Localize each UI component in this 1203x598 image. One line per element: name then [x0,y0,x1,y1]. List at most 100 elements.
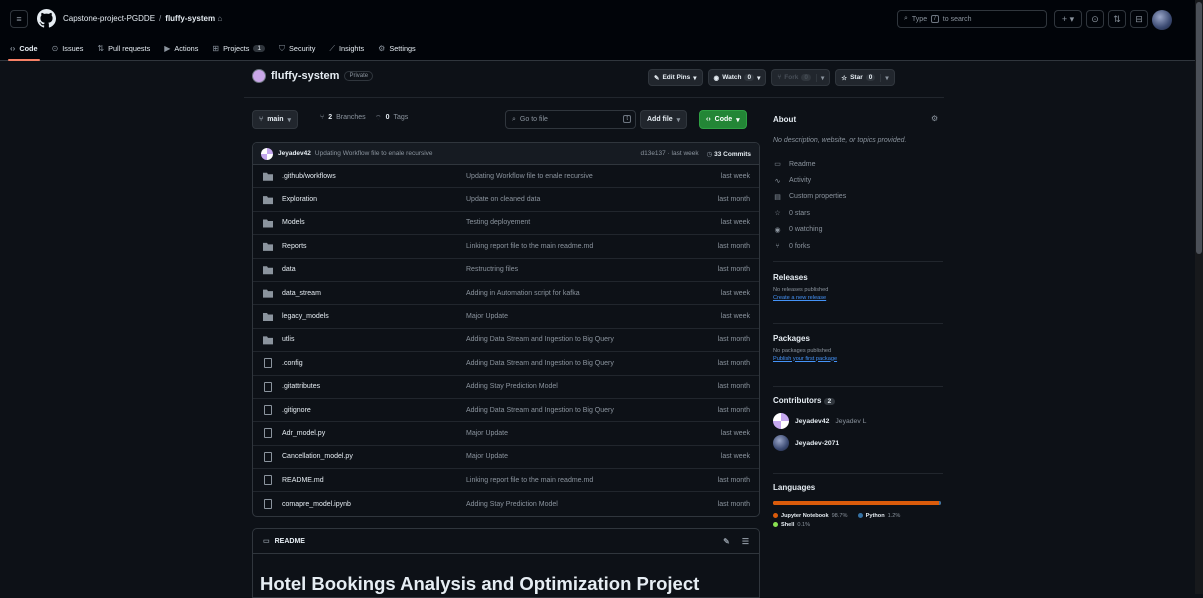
author-avatar[interactable] [261,148,273,160]
tab-security[interactable]: ⛉Security [279,37,315,61]
fork-button[interactable]: ⑂Fork0▾ [771,69,830,86]
file-name[interactable]: .gitattributes [282,383,320,390]
file-row[interactable]: .github/workflows Updating Workflow file … [253,165,759,188]
tab-actions[interactable]: ▶Actions [164,37,198,61]
file-name[interactable]: .config [282,360,303,367]
file-name[interactable]: .github/workflows [282,173,336,180]
file-commit-message[interactable]: Adding in Automation script for kafka [466,290,580,297]
releases-title[interactable]: Releases [773,273,828,282]
scrollbar-thumb[interactable] [1196,2,1202,254]
go-to-file-input[interactable]: ⌕Go to filet [505,110,636,129]
file-row[interactable]: ExplorationUpdate on cleaned datalast mo… [253,188,759,211]
commit-author[interactable]: Jeyadev42 [278,150,311,157]
contributor[interactable]: Jeyadev-2071 [773,435,866,451]
inbox-icon[interactable]: ⊟ [1130,10,1148,28]
commit-sha-time[interactable]: d13e137 · last week [640,150,698,157]
file-row[interactable]: .gitattributes Adding Stay Prediction Mod… [253,376,759,399]
breadcrumb-owner[interactable]: Capstone-project-PGDDE [63,14,155,23]
edit-pins-button[interactable]: ✎Edit Pins▾ [648,69,703,86]
forks-link[interactable]: ⑂0 forks [773,238,846,254]
file-commit-message[interactable]: Adding Data Stream and Ingestion to Big … [466,336,614,343]
file-row[interactable]: dataRestructring fileslast month [253,259,759,282]
tab-projects[interactable]: ⊞Projects1 [212,37,265,61]
tab-code[interactable]: ‹›Code [10,37,38,61]
file-row[interactable]: README.md Linking report file to the main… [253,469,759,492]
tags-link[interactable]: ⌔0Tags [375,114,408,123]
tab-pull-requests[interactable]: ⇅Pull requests [97,37,150,61]
search-input[interactable]: ⌕ Type / to search [897,10,1047,28]
file-name[interactable]: README.md [282,477,324,484]
gear-icon[interactable]: ⚙ [931,114,938,123]
file-row[interactable]: .config Adding Data Stream and Ingestion … [253,352,759,375]
file-row[interactable]: Reports Linking report file to the main r… [253,235,759,258]
file-name[interactable]: data [282,266,296,273]
file-commit-message[interactable]: Adding Stay Prediction Model [466,383,558,390]
publish-package-link[interactable]: Publish your first package [773,356,837,362]
code-button[interactable]: ‹›Code▾ [699,110,747,129]
file-row[interactable]: .gitignore Adding Data Stream and Ingesti… [253,399,759,422]
menu-icon[interactable]: ≡ [10,10,28,28]
star-button[interactable]: ☆Star0▾ [835,69,894,86]
file-name[interactable]: Reports [282,243,307,250]
file-commit-message[interactable]: Updating Workflow file to enale recursiv… [466,173,593,180]
tab-issues[interactable]: ⊙Issues [52,37,84,61]
file-commit-message[interactable]: Linking report file to the main readme.m… [466,243,593,250]
file-row[interactable]: comapre_model.ipynb Adding Stay Predictio… [253,492,759,515]
file-commit-message[interactable]: Major Update [466,453,508,460]
file-row[interactable]: utlis Adding Data Stream and Ingestion to… [253,329,759,352]
pull-requests-icon[interactable]: ⇅ [1108,10,1126,28]
file-name[interactable]: .gitignore [282,407,311,414]
file-commit-message[interactable]: Adding Data Stream and Ingestion to Big … [466,407,614,414]
file-name[interactable]: utlis [282,336,294,343]
activity-link[interactable]: ∿Activity [773,172,846,188]
file-name[interactable]: legacy_models [282,313,329,320]
contributors-title[interactable]: Contributors 2 [773,396,866,405]
packages-title[interactable]: Packages [773,334,837,343]
custom-properties-link[interactable]: ▤Custom properties [773,189,846,205]
file-name[interactable]: Models [282,219,305,226]
file-row[interactable]: data_stream Adding in Automation script f… [253,282,759,305]
file-name[interactable]: Cancellation_model.py [282,453,353,460]
file-row[interactable]: legacy_modelsMajor Updatelast week [253,305,759,328]
user-avatar[interactable] [1152,10,1172,30]
contributor[interactable]: Jeyadev42Jeyadev L [773,413,866,429]
language-item[interactable]: Python1.2% [858,513,901,519]
edit-icon[interactable]: ✎ [723,537,730,546]
file-commit-message[interactable]: Major Update [466,313,508,320]
breadcrumb-repo[interactable]: fluffy-system [165,14,215,23]
tab-insights[interactable]: ⟋Insights [329,37,364,61]
tab-settings[interactable]: ⚙Settings [378,37,416,61]
add-file-button[interactable]: Add file▾ [640,110,687,129]
commit-message[interactable]: Updating Workflow file to enale recursiv… [315,150,433,157]
chevron-down-icon[interactable]: ▾ [816,74,824,82]
file-name[interactable]: comapre_model.ipynb [282,501,351,508]
page-scrollbar[interactable] [1195,0,1203,594]
file-commit-message[interactable]: Major Update [466,430,508,437]
watching-link[interactable]: ◉0 watching [773,222,846,238]
file-row[interactable]: ModelsTesting deployementlast week [253,212,759,235]
watch-button[interactable]: ◉Watch0▾ [708,69,767,86]
create-release-link[interactable]: Create a new release [773,295,828,301]
language-item[interactable]: Shell0.1% [773,522,810,528]
language-item[interactable]: Jupyter Notebook98.7% [773,513,847,519]
outline-icon[interactable]: ☰ [742,537,749,546]
file-name[interactable]: Adr_model.py [282,430,325,437]
readme-link[interactable]: ▭Readme [773,156,846,172]
repo-title[interactable]: fluffy-system [271,70,339,82]
file-name[interactable]: Exploration [282,196,317,203]
file-name[interactable]: data_stream [282,290,321,297]
commits-link[interactable]: ◷ 33 Commits [707,150,751,158]
file-row[interactable]: Cancellation_model.pyMajor Updatelast we… [253,446,759,469]
stars-link[interactable]: ☆0 stars [773,205,846,221]
file-commit-message[interactable]: Adding Data Stream and Ingestion to Big … [466,360,614,367]
file-commit-message[interactable]: Restructring files [466,266,518,273]
create-new-button[interactable]: + ▾ [1054,10,1082,28]
branches-link[interactable]: ⑂2Branches [320,114,366,121]
file-commit-message[interactable]: Testing deployement [466,219,530,226]
github-logo-icon[interactable] [37,9,56,28]
file-commit-message[interactable]: Linking report file to the main readme.m… [466,477,593,484]
readme-tab[interactable]: README [275,538,305,545]
file-commit-message[interactable]: Adding Stay Prediction Model [466,501,558,508]
file-row[interactable]: Adr_model.pyMajor Updatelast week [253,422,759,445]
chevron-down-icon[interactable]: ▾ [880,74,888,82]
